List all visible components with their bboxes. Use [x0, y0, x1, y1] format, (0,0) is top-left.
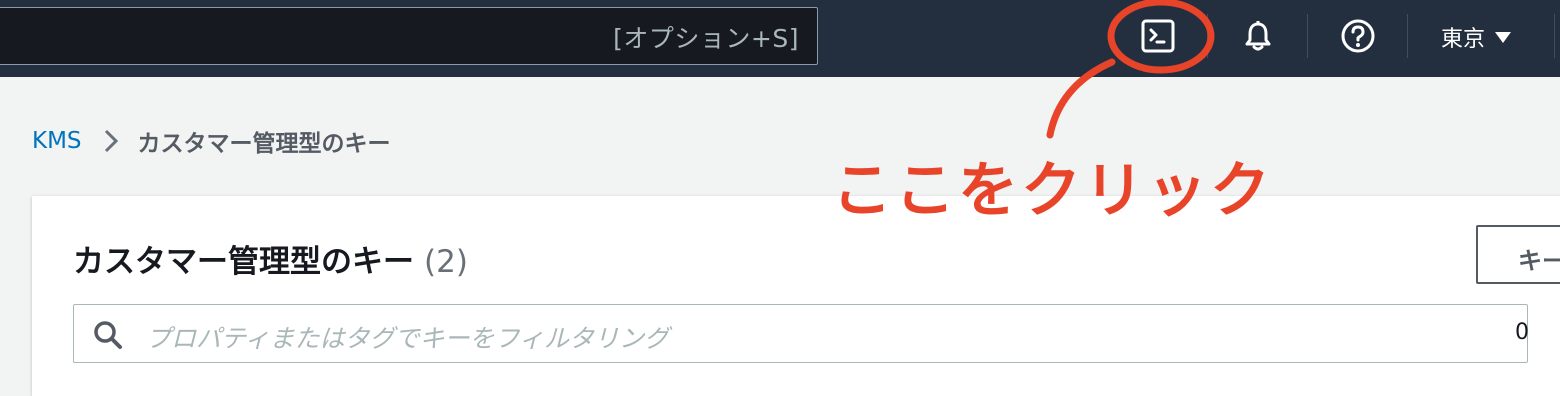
annotation-highlight	[1046, 0, 1215, 139]
annotation-line	[1046, 58, 1116, 139]
annotation-label: ここをクリック	[832, 156, 1273, 226]
annotation-circle	[1107, 0, 1215, 74]
